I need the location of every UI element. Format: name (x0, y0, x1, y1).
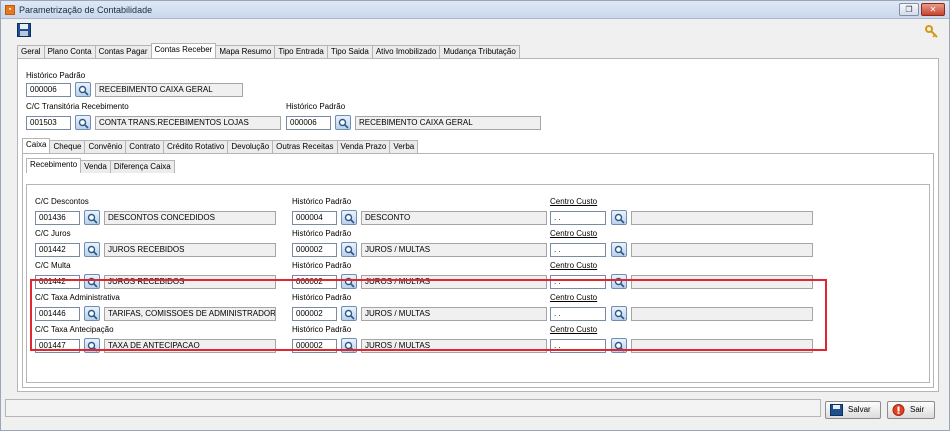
restore-button[interactable]: ❐ (899, 3, 919, 16)
centro-custo-label[interactable]: Centro Custo (550, 229, 597, 238)
app-icon: ▪ (5, 5, 15, 15)
centro-custo-desc (631, 211, 813, 225)
cc-label: C/C Multa (35, 261, 71, 270)
tab-verba[interactable]: Verba (389, 140, 419, 153)
cc-label: C/C Descontos (35, 197, 89, 206)
title-bar: ▪ Parametrização de Contabilidade ❐ ✕ (1, 1, 949, 19)
search-icon[interactable] (75, 82, 91, 97)
search-icon[interactable] (341, 242, 357, 257)
sair-button[interactable]: Sair (887, 401, 935, 419)
key-icon[interactable] (925, 25, 939, 39)
cc-transitoria-desc: CONTA TRANS.RECEBIMENTOS LOJAS (95, 116, 281, 130)
centro-custo-label[interactable]: Centro Custo (550, 197, 597, 206)
search-icon[interactable] (84, 242, 100, 257)
cc-code-input[interactable]: 001436 (35, 211, 80, 225)
hist-desc: JUROS / MULTAS (361, 243, 547, 257)
cc-transitoria-label: C/C Transitória Recebimento (26, 102, 129, 111)
recebimento-panel: C/C Descontos 001436 DESCONTOS CONCEDIDOS H… (26, 184, 930, 383)
tab-plano-conta[interactable]: Plano Conta (43, 45, 96, 58)
tab-mudanca-tributacao[interactable]: Mudança Tributação (439, 45, 520, 58)
tab-venda-prazo[interactable]: Venda Prazo (336, 140, 391, 153)
hist-code-input[interactable]: 000004 (292, 211, 337, 225)
historico-padrao2-desc: RECEBIMENTO CAIXA GERAL (355, 116, 541, 130)
cc-code-input[interactable]: 001442 (35, 243, 80, 257)
exit-icon (892, 404, 905, 416)
cc-transitoria-code-input[interactable]: 001503 (26, 116, 71, 130)
hist-label: Histórico Padrão (292, 229, 352, 238)
sub-tabs: Caixa Cheque Convênio Contrato Crédito R… (22, 138, 419, 153)
floppy-disk-icon (830, 404, 843, 416)
tab-tipo-saida[interactable]: Tipo Saida (326, 45, 373, 58)
search-icon[interactable] (75, 115, 91, 130)
centro-custo-input[interactable]: . . (550, 243, 606, 257)
hist-label: Histórico Padrão (292, 197, 352, 206)
tab-caixa[interactable]: Caixa (22, 138, 51, 153)
main-tabs: Geral Plano Conta Contas Pagar Contas Re… (17, 43, 520, 59)
search-icon[interactable] (611, 210, 627, 225)
salvar-label: Salvar (848, 405, 871, 414)
centro-custo-input[interactable]: . . (550, 211, 606, 225)
floppy-disk-icon[interactable] (17, 23, 31, 37)
cc-label: C/C Juros (35, 229, 71, 238)
historico-padrao2-label: Histórico Padrão (286, 102, 346, 111)
search-icon[interactable] (611, 242, 627, 257)
close-button[interactable]: ✕ (921, 3, 945, 16)
cc-desc: DESCONTOS CONCEDIDOS (104, 211, 276, 225)
status-bar (5, 399, 821, 417)
tab-tipo-entrada[interactable]: Tipo Entrada (274, 45, 328, 58)
tab-convenio[interactable]: Convênio (84, 140, 127, 153)
search-icon[interactable] (84, 210, 100, 225)
search-icon[interactable] (335, 115, 351, 130)
centro-custo-desc (631, 243, 813, 257)
main-window: ▪ Parametrização de Contabilidade ❐ ✕ Ge… (0, 0, 950, 431)
tab-mapa-resumo[interactable]: Mapa Resumo (215, 45, 276, 58)
historico-padrao-label: Histórico Padrão (26, 71, 86, 80)
highlight-box (30, 279, 827, 351)
salvar-button[interactable]: Salvar (825, 401, 881, 419)
inner-tabs: Recebimento Venda Diferença Caixa (26, 158, 175, 173)
hist-label: Histórico Padrão (292, 261, 352, 270)
tab-diferenca-caixa[interactable]: Diferença Caixa (109, 160, 175, 173)
sair-label: Sair (910, 405, 925, 414)
historico-padrao-desc: RECEBIMENTO CAIXA GERAL (95, 83, 243, 97)
hist-code-input[interactable]: 000002 (292, 243, 337, 257)
tab-devolucao[interactable]: Devolução (227, 140, 274, 153)
tab-geral[interactable]: Geral (17, 45, 45, 58)
cc-desc: JUROS RECEBIDOS (104, 243, 276, 257)
centro-custo-label[interactable]: Centro Custo (550, 261, 597, 270)
tab-contas-receber[interactable]: Contas Receber (150, 43, 217, 58)
historico-padrao-code-input[interactable]: 000006 (26, 83, 71, 97)
tab-credito-rotativo[interactable]: Crédito Rotativo (162, 140, 229, 153)
tab-contrato[interactable]: Contrato (125, 140, 164, 153)
tab-outras-receitas[interactable]: Outras Receitas (272, 140, 338, 153)
tab-ativo-imobilizado[interactable]: Ativo Imobilizado (371, 45, 441, 58)
tab-venda[interactable]: Venda (80, 160, 111, 173)
tab-contas-pagar[interactable]: Contas Pagar (94, 45, 152, 58)
contas-receber-panel: Histórico Padrão 000006 RECEBIMENTO CAIX… (17, 58, 939, 392)
hist-desc: DESCONTO (361, 211, 547, 225)
search-icon[interactable] (341, 210, 357, 225)
tab-recebimento[interactable]: Recebimento (26, 158, 82, 173)
window-title: Parametrização de Contabilidade (19, 5, 153, 15)
tab-cheque[interactable]: Cheque (49, 140, 86, 153)
caixa-panel: Recebimento Venda Diferença Caixa C/C De… (22, 153, 934, 388)
historico-padrao2-code-input[interactable]: 000006 (286, 116, 331, 130)
